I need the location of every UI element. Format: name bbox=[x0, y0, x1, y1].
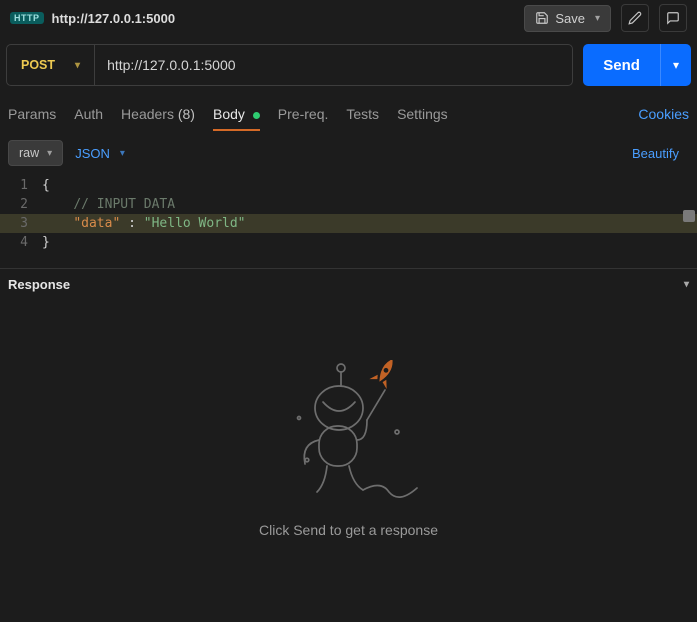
code-key: "data" bbox=[73, 216, 120, 231]
modified-dot-icon bbox=[253, 112, 260, 119]
comment-icon bbox=[666, 11, 680, 25]
response-empty-state: Click Send to get a response bbox=[0, 300, 697, 538]
line-number: 1 bbox=[0, 178, 42, 193]
tab-headers[interactable]: Headers (8) bbox=[121, 94, 195, 134]
line-number: 2 bbox=[0, 197, 42, 212]
tab-prereq[interactable]: Pre-req. bbox=[278, 94, 329, 134]
chevron-down-icon: ▾ bbox=[75, 60, 80, 71]
response-header[interactable]: Response ▾ bbox=[0, 268, 697, 300]
send-button[interactable]: Send ▾ bbox=[583, 44, 691, 86]
method-selector[interactable]: POST ▾ bbox=[7, 45, 95, 85]
url-input[interactable] bbox=[95, 45, 572, 85]
code-token: } bbox=[42, 235, 50, 250]
astronaut-illustration bbox=[269, 360, 429, 500]
request-tabs: Params Auth Headers (8) Body Pre-req. Te… bbox=[0, 94, 697, 134]
tab-settings[interactable]: Settings bbox=[397, 94, 448, 134]
tab-tests[interactable]: Tests bbox=[346, 94, 379, 134]
send-label: Send bbox=[583, 44, 661, 86]
response-placeholder: Click Send to get a response bbox=[259, 522, 438, 538]
method-url-group: POST ▾ bbox=[6, 44, 573, 86]
tab-headers-label: Headers bbox=[121, 106, 174, 122]
tab-auth[interactable]: Auth bbox=[74, 94, 103, 134]
tab-headers-count: (8) bbox=[178, 106, 195, 122]
scrollbar-thumb[interactable] bbox=[683, 210, 695, 222]
cookies-link[interactable]: Cookies bbox=[638, 106, 689, 122]
body-subbar: raw ▾ JSON ▾ Beautify bbox=[0, 134, 697, 172]
pencil-icon bbox=[628, 11, 642, 25]
tab-params[interactable]: Params bbox=[8, 94, 56, 134]
save-button[interactable]: Save ▾ bbox=[524, 5, 611, 32]
code-string: "Hello World" bbox=[144, 216, 246, 231]
tab-body[interactable]: Body bbox=[213, 94, 260, 134]
code-punc: : bbox=[120, 216, 143, 231]
response-title: Response bbox=[8, 277, 70, 292]
chevron-down-icon: ▾ bbox=[47, 148, 52, 159]
chevron-down-icon[interactable]: ▾ bbox=[661, 58, 691, 72]
chevron-down-icon: ▾ bbox=[595, 13, 600, 24]
title-bar: HTTP http://127.0.0.1:5000 Save ▾ bbox=[0, 0, 697, 36]
save-icon bbox=[535, 11, 549, 25]
http-badge: HTTP bbox=[10, 12, 44, 24]
chevron-down-icon: ▾ bbox=[120, 148, 125, 159]
comment-button[interactable] bbox=[659, 4, 687, 32]
line-number: 3 bbox=[0, 216, 42, 231]
body-format-label: JSON bbox=[75, 146, 110, 161]
edit-button[interactable] bbox=[621, 4, 649, 32]
line-number: 4 bbox=[0, 235, 42, 250]
save-label: Save bbox=[555, 11, 585, 26]
beautify-button[interactable]: Beautify bbox=[632, 146, 689, 161]
request-row: POST ▾ Send ▾ bbox=[0, 36, 697, 94]
body-editor[interactable]: 1 { 2 // INPUT DATA 3 "data" : "Hello Wo… bbox=[0, 172, 697, 256]
tab-body-label: Body bbox=[213, 106, 245, 122]
code-token: { bbox=[42, 178, 50, 193]
chevron-down-icon: ▾ bbox=[684, 279, 689, 290]
body-format-selector[interactable]: JSON ▾ bbox=[75, 146, 125, 161]
body-type-label: raw bbox=[19, 146, 39, 160]
tab-title: http://127.0.0.1:5000 bbox=[52, 11, 176, 26]
body-type-selector[interactable]: raw ▾ bbox=[8, 140, 63, 166]
code-comment: // INPUT DATA bbox=[73, 197, 175, 212]
method-label: POST bbox=[21, 58, 55, 72]
